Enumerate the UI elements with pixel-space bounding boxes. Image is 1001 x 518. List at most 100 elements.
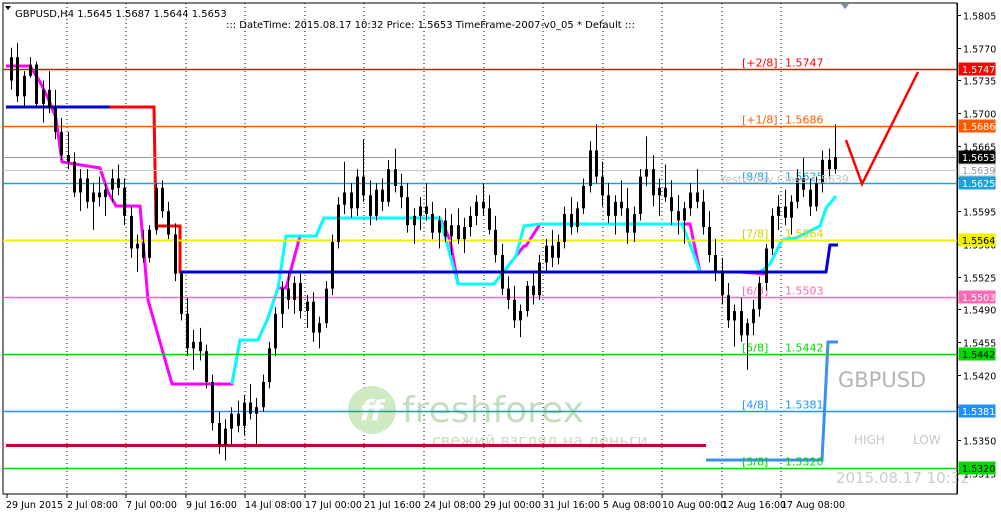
- candle-body: [809, 189, 812, 207]
- level-value: 1.5686: [785, 114, 824, 127]
- x-tick-label: 2 Jul 08:00: [67, 500, 118, 511]
- candle-body: [815, 183, 818, 207]
- price-chart: ff freshforex свежий взгляд на деньги GB…: [0, 0, 1001, 514]
- x-tick-label: 10 Aug 00:00: [662, 500, 726, 511]
- candle-body: [375, 189, 378, 216]
- candle-body: [148, 229, 151, 258]
- candle-body: [482, 201, 485, 209]
- level-value: 1.5564: [785, 228, 824, 241]
- candle-body: [677, 211, 680, 221]
- candle-body: [526, 285, 529, 312]
- candle-body: [765, 248, 768, 284]
- level-label: [+2/8]: [742, 57, 778, 70]
- candle-body: [325, 288, 328, 324]
- candle-body: [362, 176, 365, 196]
- candle-body: [67, 155, 70, 162]
- candle-body: [237, 413, 240, 426]
- candle-body: [16, 57, 19, 97]
- brand-logo-mark: ff: [360, 394, 386, 427]
- x-tick-label: 5 Aug 08:00: [603, 500, 661, 511]
- candle-body: [29, 64, 32, 76]
- candle-body: [607, 195, 610, 216]
- candle-body: [595, 150, 598, 177]
- candle-body: [620, 201, 623, 209]
- candle-body: [230, 413, 233, 429]
- candle-body: [664, 187, 667, 198]
- candle-body: [614, 201, 617, 216]
- candle-body: [507, 288, 510, 300]
- candle-body: [255, 407, 258, 414]
- price-tag-label: 1.5747: [962, 65, 995, 76]
- candle-body: [834, 157, 837, 170]
- candle-body: [488, 208, 491, 230]
- level-value: 1.5747: [785, 57, 824, 70]
- candle-body: [274, 313, 277, 349]
- candle-body: [54, 108, 57, 132]
- x-tick-label: 24 Jul 08:00: [424, 500, 481, 511]
- y-tick-label: 1.5735: [963, 77, 996, 88]
- candle-body: [406, 197, 409, 226]
- candle-body: [652, 169, 655, 196]
- candle-body: [519, 311, 522, 321]
- symbol-line: GBPUSD,H4 1.5645 1.5687 1.5644 1.5653: [15, 9, 227, 20]
- level-value: 1.5381: [785, 399, 824, 412]
- candle-body: [92, 192, 95, 202]
- candle-body: [60, 131, 63, 156]
- candle-body: [557, 241, 560, 258]
- x-tick-label: 17 Jul 00:00: [305, 500, 362, 511]
- watermark-low: LOW: [913, 433, 941, 447]
- chart-panel: ff freshforex свежий взгляд на деньги GB…: [0, 0, 1001, 514]
- candle-body: [570, 213, 573, 228]
- candle-body: [73, 161, 76, 193]
- candle-body: [211, 381, 214, 424]
- x-tick-label: 31 Jul 16:00: [543, 500, 600, 511]
- level-label: [3/8]: [742, 456, 768, 469]
- candle-body: [192, 341, 195, 349]
- candle-body: [438, 220, 441, 233]
- candle-body: [136, 243, 139, 249]
- x-tick-label: 29 Jun 2015: [6, 500, 63, 511]
- candle-body: [645, 169, 648, 177]
- candle-body: [450, 225, 453, 237]
- candle-body: [633, 213, 636, 233]
- candle-body: [117, 178, 120, 188]
- x-tick-label: 17 Aug 08:00: [781, 500, 845, 511]
- candle-body: [79, 178, 82, 193]
- candle-body: [287, 288, 290, 300]
- level-label: [6/8]: [742, 285, 768, 298]
- candle-body: [733, 311, 736, 321]
- y-tick-label: 1.5525: [963, 274, 996, 285]
- candle-body: [142, 243, 145, 258]
- watermark-datetime: 2015.08.17 10:32: [836, 469, 970, 487]
- candle-body: [702, 201, 705, 228]
- candle-body: [532, 285, 535, 296]
- candle-body: [281, 288, 284, 314]
- candle-body: [23, 75, 26, 97]
- candle-body: [721, 271, 724, 296]
- level-label: [7/8]: [742, 228, 768, 241]
- price-tag-label: 1.5320: [962, 464, 995, 475]
- candle-body: [740, 311, 743, 336]
- price-tag-label: 1.5625: [962, 179, 995, 190]
- candle-body: [224, 428, 227, 445]
- candle-body: [186, 313, 189, 349]
- candle-body: [431, 213, 434, 233]
- candle-body: [98, 192, 101, 198]
- candle-body: [469, 215, 472, 228]
- level-label: [4/8]: [742, 399, 768, 412]
- candle-body: [268, 348, 271, 382]
- candle-body: [199, 341, 202, 352]
- candle-body: [180, 273, 183, 314]
- candle-body: [551, 245, 554, 258]
- candle-body: [104, 189, 107, 198]
- candle-body: [205, 351, 208, 382]
- y-tick-label: 1.5490: [963, 306, 996, 317]
- candle-body: [545, 245, 548, 263]
- candle-body: [475, 201, 478, 216]
- candle-body: [563, 213, 566, 242]
- candle-body: [35, 64, 38, 104]
- price-tag-label: 1.5442: [962, 350, 995, 361]
- candle-body: [86, 178, 89, 202]
- indicator-info-line: ::: DateTime: 2015.08.17 10:32 Price: 1.…: [226, 20, 635, 31]
- candle-body: [350, 192, 353, 209]
